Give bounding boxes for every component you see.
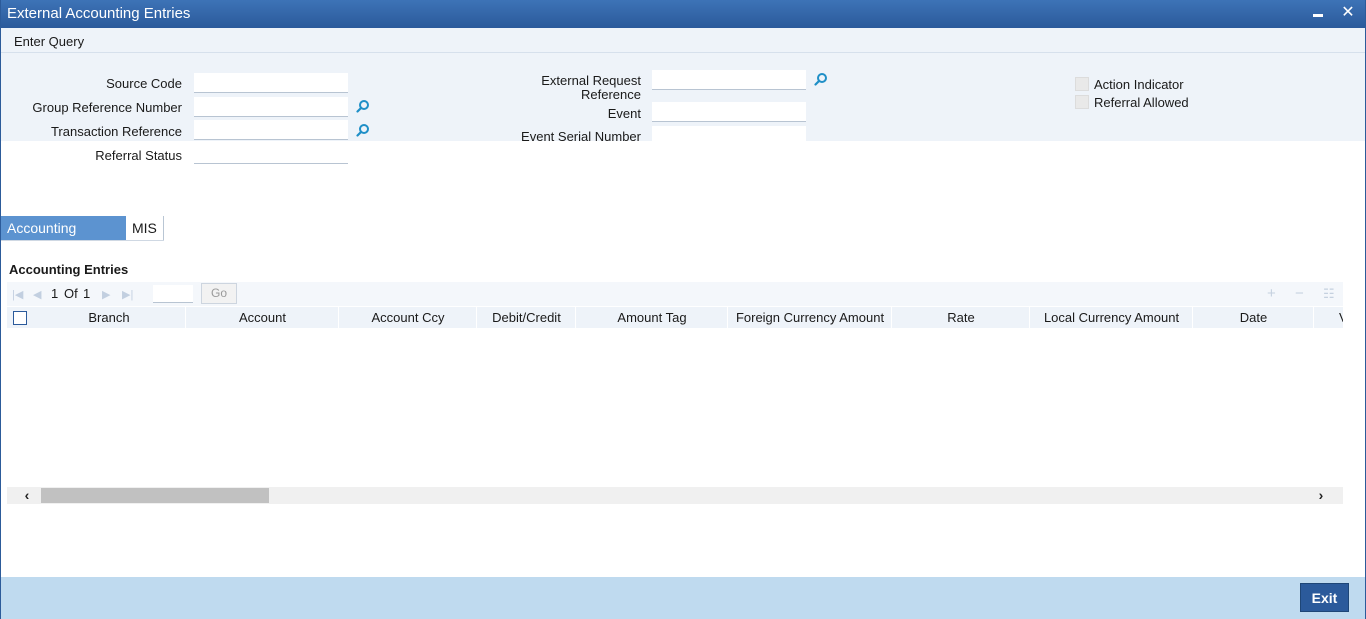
scroll-right-icon[interactable]: › xyxy=(1311,487,1331,504)
external-request-label-line1: External Request xyxy=(541,73,641,88)
column-header-account-ccy[interactable]: Account Ccy xyxy=(340,307,477,328)
action-indicator-label: Action Indicator xyxy=(1094,77,1184,92)
column-header-amount-tag[interactable]: Amount Tag xyxy=(577,307,728,328)
event-label: Event xyxy=(607,106,641,121)
group-reference-search-icon[interactable] xyxy=(356,99,370,113)
window-title: External Accounting Entries xyxy=(7,5,191,22)
external-request-label-line2: Reference xyxy=(581,87,641,102)
delete-row-icon[interactable]: − xyxy=(1295,285,1304,302)
next-page-icon[interactable]: ▶ xyxy=(102,288,110,301)
external-request-input[interactable] xyxy=(652,70,806,90)
scrollbar-thumb[interactable] xyxy=(41,488,269,503)
first-page-icon[interactable]: |◀ xyxy=(12,288,23,301)
transaction-reference-input[interactable] xyxy=(194,120,348,140)
go-button[interactable]: Go xyxy=(201,283,237,304)
previous-page-icon[interactable]: ◀ xyxy=(33,288,41,301)
horizontal-scrollbar[interactable]: ‹ › xyxy=(7,487,1343,504)
tab-mis[interactable]: MIS xyxy=(126,216,164,240)
group-reference-label: Group Reference Number xyxy=(32,100,182,115)
transaction-reference-search-icon[interactable] xyxy=(356,123,370,137)
view-row-icon[interactable]: ☷ xyxy=(1323,286,1335,302)
query-form: Source Code Group Reference Number Trans… xyxy=(1,53,1365,146)
external-request-search-icon[interactable] xyxy=(814,72,828,86)
source-code-label: Source Code xyxy=(106,76,182,91)
add-row-icon[interactable]: + xyxy=(1267,285,1276,302)
tab-divider xyxy=(1,240,164,241)
total-pages: 1 xyxy=(83,286,91,301)
column-header-account[interactable]: Account xyxy=(187,307,339,328)
referral-status-input[interactable] xyxy=(194,144,348,164)
column-header-debit-credit[interactable]: Debit/Credit xyxy=(478,307,576,328)
last-page-icon[interactable]: ▶| xyxy=(122,288,133,301)
scroll-left-icon[interactable]: ‹ xyxy=(17,487,37,504)
column-header-value-date[interactable]: V xyxy=(1315,307,1343,328)
column-header-branch[interactable]: Branch xyxy=(33,307,186,328)
window: External Accounting Entries ✕ Enter Quer… xyxy=(0,0,1366,619)
exit-button[interactable]: Exit xyxy=(1300,583,1349,612)
title-bar: External Accounting Entries ✕ xyxy=(1,0,1365,28)
column-header-date[interactable]: Date xyxy=(1194,307,1314,328)
section-title: Accounting Entries xyxy=(9,262,129,277)
close-icon[interactable]: ✕ xyxy=(1339,4,1357,22)
footer-bar: Exit xyxy=(1,577,1365,619)
grid-toolbar: |◀ ◀ 1 Of 1 ▶ ▶| Go + − ☷ xyxy=(7,282,1343,306)
column-header-rate[interactable]: Rate xyxy=(893,307,1030,328)
event-input[interactable] xyxy=(652,102,806,122)
page-of-label: Of xyxy=(64,286,78,301)
grid-header: Branch Account Account Ccy Debit/Credit … xyxy=(7,307,1343,328)
enter-query-menu-item[interactable]: Enter Query xyxy=(14,34,84,49)
transaction-reference-label: Transaction Reference xyxy=(50,124,182,139)
action-indicator-checkbox[interactable] xyxy=(1075,77,1089,91)
source-code-input[interactable] xyxy=(194,73,348,93)
group-reference-input[interactable] xyxy=(194,97,348,117)
column-header-foreign-currency-amount[interactable]: Foreign Currency Amount xyxy=(729,307,892,328)
referral-status-label: Referral Status xyxy=(95,148,182,163)
referral-allowed-checkbox[interactable] xyxy=(1075,95,1089,109)
referral-allowed-label: Referral Allowed xyxy=(1094,95,1189,110)
column-header-local-currency-amount[interactable]: Local Currency Amount xyxy=(1031,307,1193,328)
query-form-lower: Referral Status xyxy=(1,141,1365,195)
page-number-input[interactable] xyxy=(153,285,193,303)
minimize-icon[interactable] xyxy=(1309,4,1327,22)
current-page: 1 xyxy=(51,286,59,301)
select-all-checkbox[interactable] xyxy=(13,311,27,325)
menu-bar: Enter Query xyxy=(1,28,1365,53)
tab-accounting-entries[interactable]: Accounting Entries xyxy=(1,216,126,260)
